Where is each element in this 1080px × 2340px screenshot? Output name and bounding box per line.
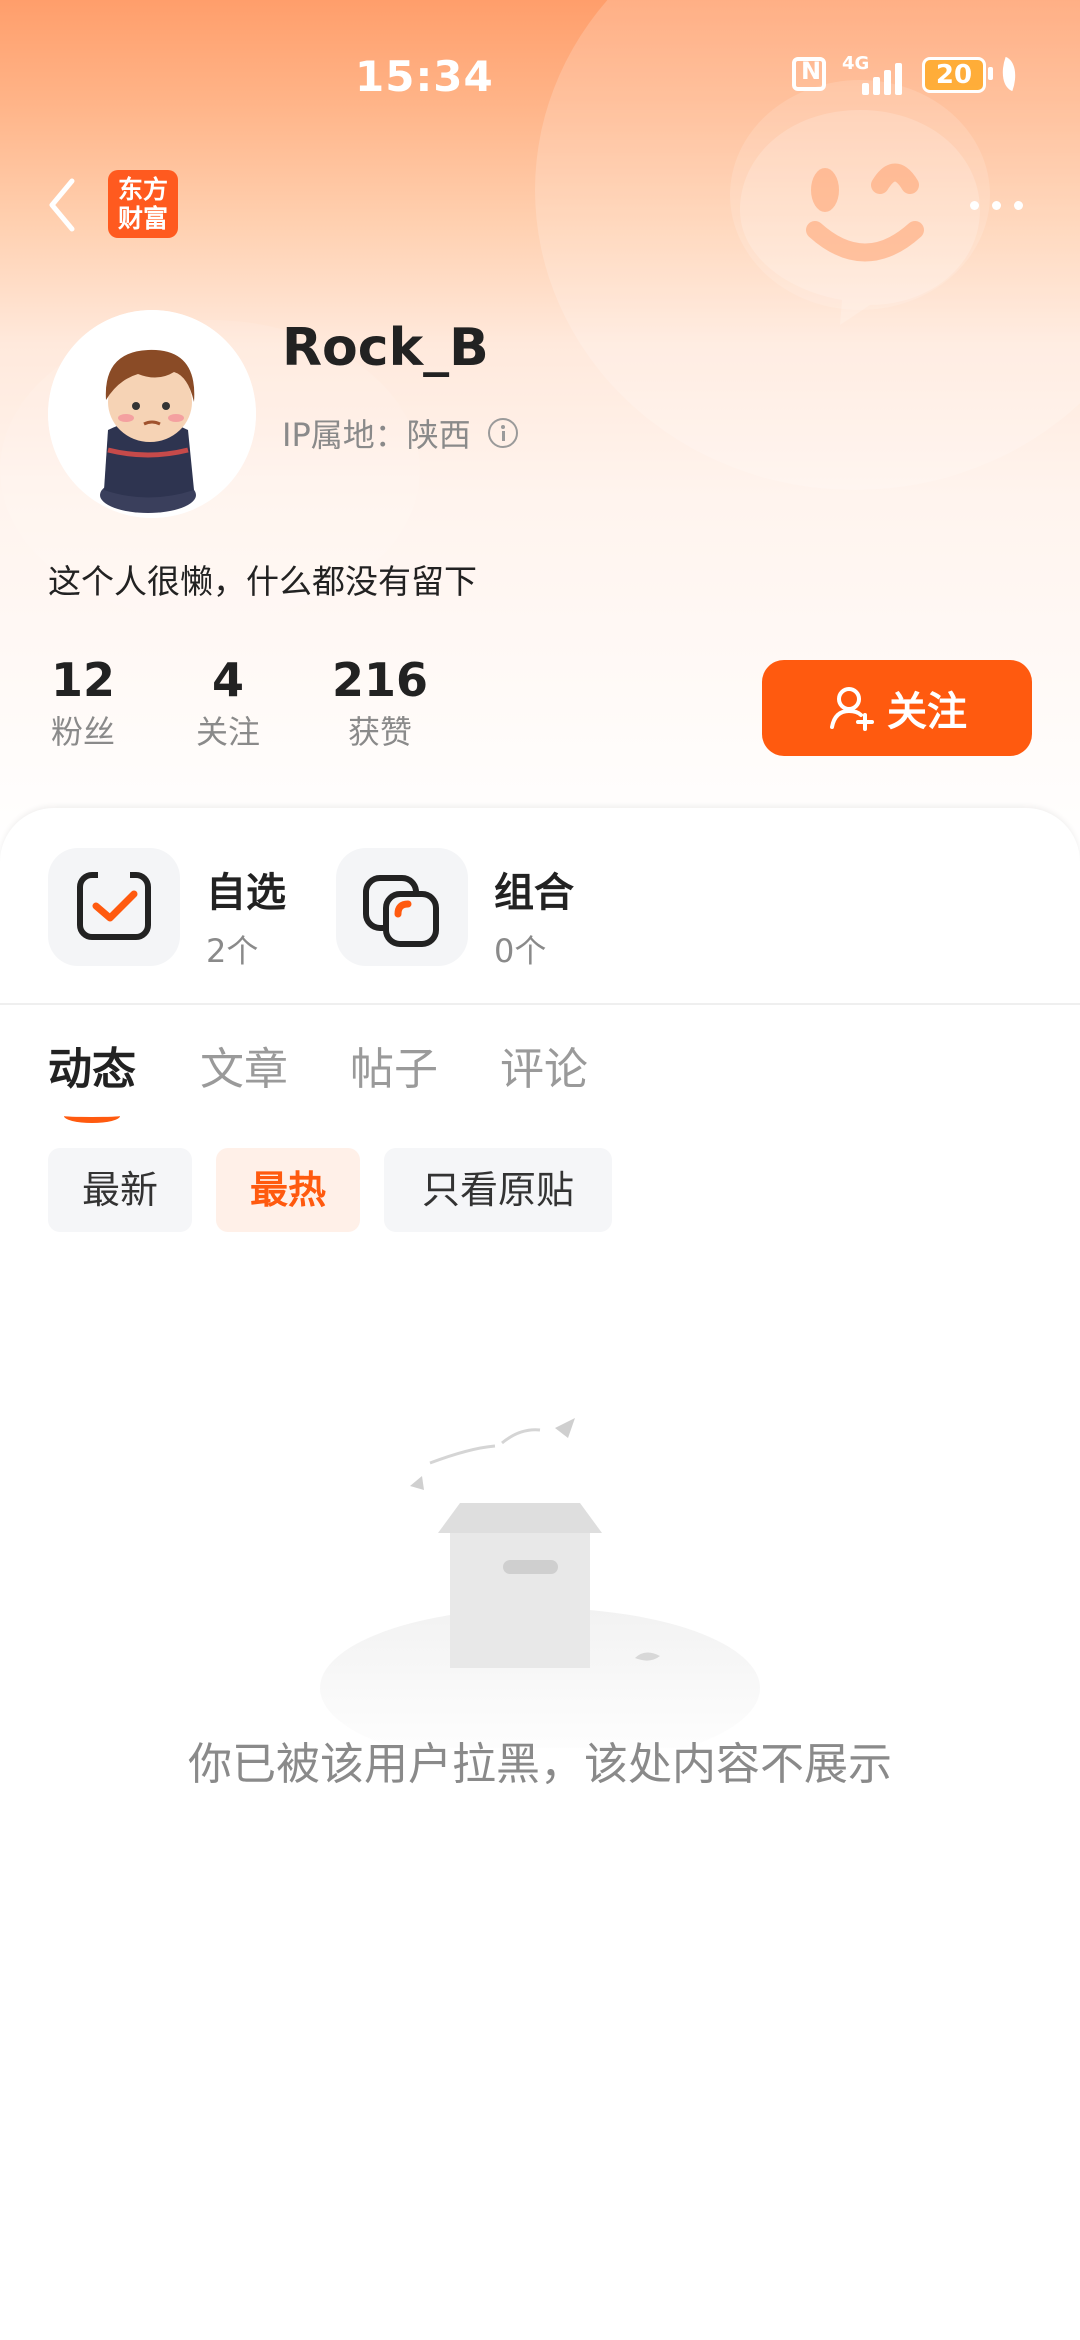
bio-text: 这个人很懒，什么都没有留下 [48, 562, 477, 601]
nfc-icon [792, 57, 826, 91]
stat-label: 关注 [195, 713, 260, 751]
battery-level: 20 [922, 57, 986, 93]
watchlist-icon [48, 848, 180, 966]
stat-value: 216 [332, 653, 429, 707]
stat-following[interactable]: 4 关注 [190, 650, 266, 754]
add-user-icon [830, 687, 874, 731]
logo-text-line1: 东方 [117, 175, 168, 204]
smile-bubble-icon [740, 110, 980, 325]
avatar[interactable] [48, 310, 256, 518]
tab-posts[interactable]: 帖子 [350, 1033, 438, 1097]
cartoon-avatar-icon [48, 310, 256, 518]
tool-title: 自选 [206, 870, 286, 916]
tab-dynamics[interactable]: 动态 [48, 1033, 136, 1097]
filter-hottest[interactable]: 最热 [216, 1148, 360, 1232]
back-button[interactable] [40, 175, 90, 235]
stat-followers[interactable]: 12 粉丝 [48, 650, 118, 754]
status-time: 15:34 [355, 52, 494, 101]
more-options-button[interactable] [966, 190, 1028, 220]
follow-button[interactable]: 关注 [762, 660, 1032, 756]
portfolio-entry[interactable]: 组合 0个 [336, 838, 596, 970]
stat-label: 获赞 [347, 713, 412, 751]
username: Rock_B [282, 318, 489, 378]
watchlist-entry[interactable]: 自选 2个 [48, 838, 308, 970]
follow-label: 关注 [887, 689, 967, 735]
stat-value: 12 [50, 653, 115, 707]
tool-title: 组合 [494, 870, 574, 916]
stat-likes[interactable]: 216 获赞 [332, 650, 428, 754]
content-card: 自选 2个 组合 0个 动态 文章 帖子 评论 最新 最热 只看原贴 你已被该用… [0, 808, 1080, 2340]
signal-icon [862, 59, 912, 95]
logo-text-line2: 财富 [117, 204, 168, 233]
tool-count: 0个 [494, 932, 547, 970]
stat-value: 4 [211, 653, 244, 707]
active-tab-indicator [64, 1109, 120, 1123]
empty-state-message: 你已被该用户拉黑，该处内容不展示 [188, 1739, 892, 1790]
battery-tip [988, 67, 993, 80]
tool-count: 2个 [206, 932, 259, 970]
empty-box-illustration [290, 1388, 790, 1768]
section-divider [0, 1003, 1080, 1005]
app-logo[interactable]: 东方 财富 [108, 170, 178, 238]
portfolio-icon [336, 848, 468, 966]
info-icon[interactable] [488, 418, 518, 448]
tab-articles[interactable]: 文章 [200, 1033, 288, 1097]
filter-original-only[interactable]: 只看原贴 [384, 1148, 612, 1232]
ip-location: IP属地：陕西 [282, 416, 471, 454]
stat-label: 粉丝 [50, 713, 115, 751]
tab-comments[interactable]: 评论 [500, 1033, 588, 1097]
chevron-left-icon [49, 178, 75, 232]
filter-latest[interactable]: 最新 [48, 1148, 192, 1232]
